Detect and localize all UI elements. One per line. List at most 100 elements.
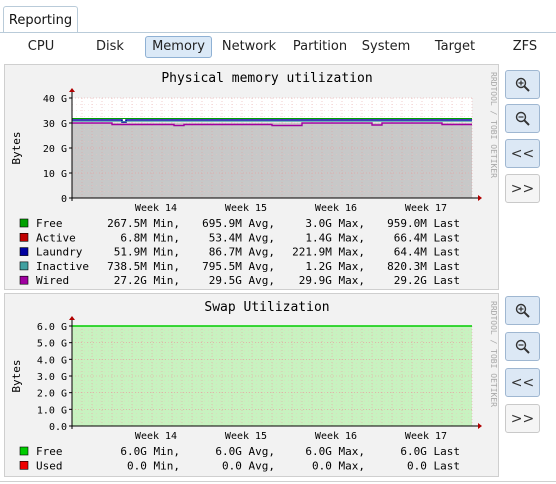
- legend-stat: 738.5M Min,: [107, 260, 180, 273]
- legend-swatch: [19, 275, 29, 285]
- zoom-out-icon: [515, 111, 530, 126]
- legend-stat: 0.0 Avg,: [222, 459, 275, 472]
- legend-stat: 51.9M Min,: [114, 246, 180, 259]
- tab-system[interactable]: System: [360, 36, 412, 58]
- legend-stat: 0.0 Min,: [127, 459, 180, 472]
- y-axis-label: Bytes: [10, 131, 23, 164]
- legend-swatch: [19, 261, 29, 271]
- legend-stat: 6.8M Min,: [120, 231, 180, 244]
- legend-stat: 66.4M Last: [394, 231, 460, 244]
- forward-icon: >>: [510, 180, 535, 197]
- x-tick-label: Week 14: [135, 431, 177, 442]
- swap-forward-button[interactable]: >>: [505, 404, 540, 433]
- area-wired: [72, 122, 472, 198]
- legend-stat: 1.4G Max,: [305, 231, 365, 244]
- y-tick-label: 3.0 G: [37, 372, 67, 383]
- swap-zoom-in-button[interactable]: [505, 296, 540, 325]
- zoom-in-icon: [515, 303, 530, 318]
- legend-stat: 6.0G Max,: [305, 445, 365, 458]
- tab-reporting[interactable]: Reporting: [3, 6, 78, 33]
- back-icon: <<: [510, 145, 535, 162]
- legend-name: Laundry: [36, 246, 83, 259]
- legend-stat: 6.0G Avg,: [215, 445, 275, 458]
- legend-swatch: [19, 233, 29, 242]
- tab-cpu[interactable]: CPU: [18, 36, 64, 58]
- legend-stat: 0.0 Max,: [312, 459, 365, 472]
- legend-swatch: [19, 461, 29, 470]
- zoom-in-icon: [515, 77, 530, 92]
- chart-title: Physical memory utilization: [161, 71, 372, 86]
- swap-chart-panel: Swap Utilization RRDTOOL / TOBI OETIKER 0.…: [4, 293, 499, 477]
- legend-stat: 3.0G Max,: [305, 217, 365, 230]
- y-tick-label: 30 G: [43, 119, 67, 130]
- legend-name: Active: [36, 231, 76, 244]
- legend-stat: 0.0 Last: [407, 459, 460, 472]
- legend-name: Used: [36, 459, 63, 472]
- legend-stat: 86.7M Avg,: [209, 246, 275, 259]
- tab-divider: [0, 32, 556, 33]
- swap-zoom-out-button[interactable]: [505, 332, 540, 361]
- memory-chart-panel: Physical memory utilization RRDTOOL / TOB…: [4, 64, 499, 290]
- memory-forward-button[interactable]: >>: [505, 174, 540, 203]
- chart-title: Swap Utilization: [204, 300, 329, 315]
- legend-swatch: [19, 446, 29, 456]
- legend-stat: 267.5M Min,: [107, 217, 180, 230]
- legend-swatch: [19, 247, 29, 256]
- tab-network[interactable]: Network: [218, 36, 280, 58]
- memory-zoom-out-button[interactable]: [505, 104, 540, 133]
- legend-stat: 820.3M Last: [387, 260, 460, 273]
- zoom-out-icon: [515, 339, 530, 354]
- y-tick-label: 2.0 G: [37, 389, 67, 400]
- legend-stat: 29.9G Max,: [299, 274, 365, 287]
- bottom-divider: [0, 481, 556, 482]
- tab-zfs[interactable]: ZFS: [506, 36, 544, 58]
- y-tick-label: 6.0 G: [37, 322, 67, 333]
- y-tick-label: 0.0: [49, 422, 67, 433]
- legend-stat: 1.2G Max,: [305, 260, 365, 273]
- y-tick-label: 20 G: [43, 144, 67, 155]
- legend-name: Free: [36, 445, 63, 458]
- y-axis-arrow: [69, 316, 75, 320]
- y-tick-label: 10 G: [43, 169, 67, 180]
- x-tick-label: Week 15: [225, 203, 267, 214]
- x-axis-arrow: [478, 423, 482, 429]
- report-tabbar: CPU Disk Memory Network Partition System…: [0, 34, 556, 62]
- y-tick-label: 0: [61, 194, 67, 205]
- legend-name: Free: [36, 217, 63, 230]
- y-tick-label: 1.0 G: [37, 405, 67, 416]
- watermark: RRDTOOL / TOBI OETIKER: [489, 72, 498, 178]
- legend-stat: 29.2G Last: [394, 274, 460, 287]
- y-tick-label: 4.0 G: [37, 355, 67, 366]
- legend-name: Inactive: [36, 260, 89, 273]
- legend-stat: 27.2G Min,: [114, 274, 180, 287]
- x-tick-label: Week 15: [225, 431, 267, 442]
- legend-stat: 221.9M Max,: [292, 246, 365, 259]
- back-icon: <<: [510, 374, 535, 391]
- tab-disk[interactable]: Disk: [88, 36, 132, 58]
- legend-stat: 64.4M Last: [394, 246, 460, 259]
- legend-stat: 695.9M Avg,: [202, 217, 275, 230]
- x-tick-label: Week 17: [405, 431, 447, 442]
- legend-stat: 53.4M Avg,: [209, 231, 275, 244]
- x-tick-label: Week 17: [405, 203, 447, 214]
- y-axis-arrow: [69, 88, 75, 92]
- forward-icon: >>: [510, 410, 535, 427]
- legend-stat: 29.5G Avg,: [209, 274, 275, 287]
- x-tick-label: Week 16: [315, 203, 357, 214]
- tab-partition[interactable]: Partition: [287, 36, 353, 58]
- x-tick-label: Week 16: [315, 431, 357, 442]
- legend-name: Wired: [36, 274, 69, 287]
- memory-chart: Physical memory utilization RRDTOOL / TOB…: [10, 71, 498, 287]
- swap-chart: Swap Utilization RRDTOOL / TOBI OETIKER 0.…: [10, 300, 498, 472]
- legend-stat: 795.5M Avg,: [202, 260, 275, 273]
- swap-back-button[interactable]: <<: [505, 368, 540, 397]
- legend-stat: 959.0M Last: [387, 217, 460, 230]
- legend-stat: 6.0G Last: [400, 445, 460, 458]
- y-tick-label: 5.0 G: [37, 339, 67, 350]
- y-axis-label: Bytes: [10, 359, 23, 392]
- tab-memory[interactable]: Memory: [145, 36, 212, 58]
- tab-target[interactable]: Target: [430, 36, 480, 58]
- legend-swatch: [19, 218, 29, 228]
- memory-zoom-in-button[interactable]: [505, 70, 540, 99]
- memory-back-button[interactable]: <<: [505, 139, 540, 168]
